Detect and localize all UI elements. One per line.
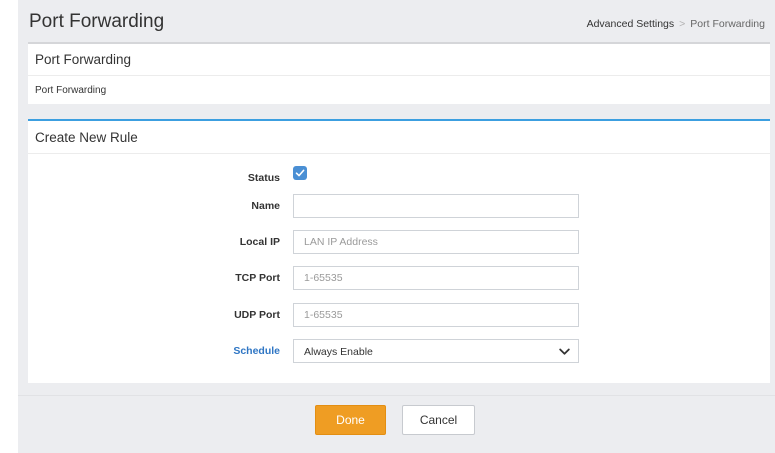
schedule-label-link[interactable]: Schedule (233, 345, 280, 357)
status-checkbox[interactable] (293, 166, 307, 180)
chevron-down-icon (559, 348, 570, 355)
breadcrumb: Advanced Settings > Port Forwarding (587, 18, 765, 30)
check-icon (295, 169, 305, 177)
local-ip-input[interactable] (293, 230, 579, 254)
status-label: Status (247, 172, 280, 184)
page-title: Port Forwarding (29, 11, 165, 32)
local-ip-row: Local IP (28, 230, 770, 254)
udp-port-row: UDP Port (28, 303, 770, 327)
create-rule-panel-title: Create New Rule (28, 121, 770, 154)
footer-divider (18, 395, 775, 396)
breadcrumb-current: Port Forwarding (690, 18, 765, 30)
tcp-port-label: TCP Port (235, 272, 280, 284)
tcp-port-row: TCP Port (28, 266, 770, 290)
name-input[interactable] (293, 194, 579, 218)
tcp-port-input[interactable] (293, 266, 579, 290)
page-header: Port Forwarding Advanced Settings > Port F… (18, 0, 775, 44)
port-forwarding-panel-title: Port Forwarding (28, 44, 770, 76)
page-content: Port Forwarding Advanced Settings > Port F… (18, 0, 775, 453)
port-forwarding-panel-text: Port Forwarding (35, 85, 107, 96)
done-button[interactable]: Done (315, 405, 386, 435)
breadcrumb-parent[interactable]: Advanced Settings (587, 18, 675, 30)
local-ip-label: Local IP (239, 236, 280, 248)
port-forwarding-panel: Port Forwarding Port Forwarding (28, 42, 770, 104)
udp-port-label: UDP Port (234, 309, 280, 321)
udp-port-input[interactable] (293, 303, 579, 327)
schedule-selected-value: Always Enable (304, 346, 373, 358)
schedule-select[interactable]: Always Enable (293, 339, 579, 363)
schedule-row: Schedule Always Enable (28, 339, 770, 363)
name-row: Name (28, 194, 770, 218)
name-label: Name (251, 200, 280, 212)
status-row: Status (28, 165, 770, 189)
cancel-button[interactable]: Cancel (402, 405, 475, 435)
create-rule-panel: Create New Rule Status Name Local IP TCP… (28, 119, 770, 383)
breadcrumb-separator: > (679, 18, 686, 30)
